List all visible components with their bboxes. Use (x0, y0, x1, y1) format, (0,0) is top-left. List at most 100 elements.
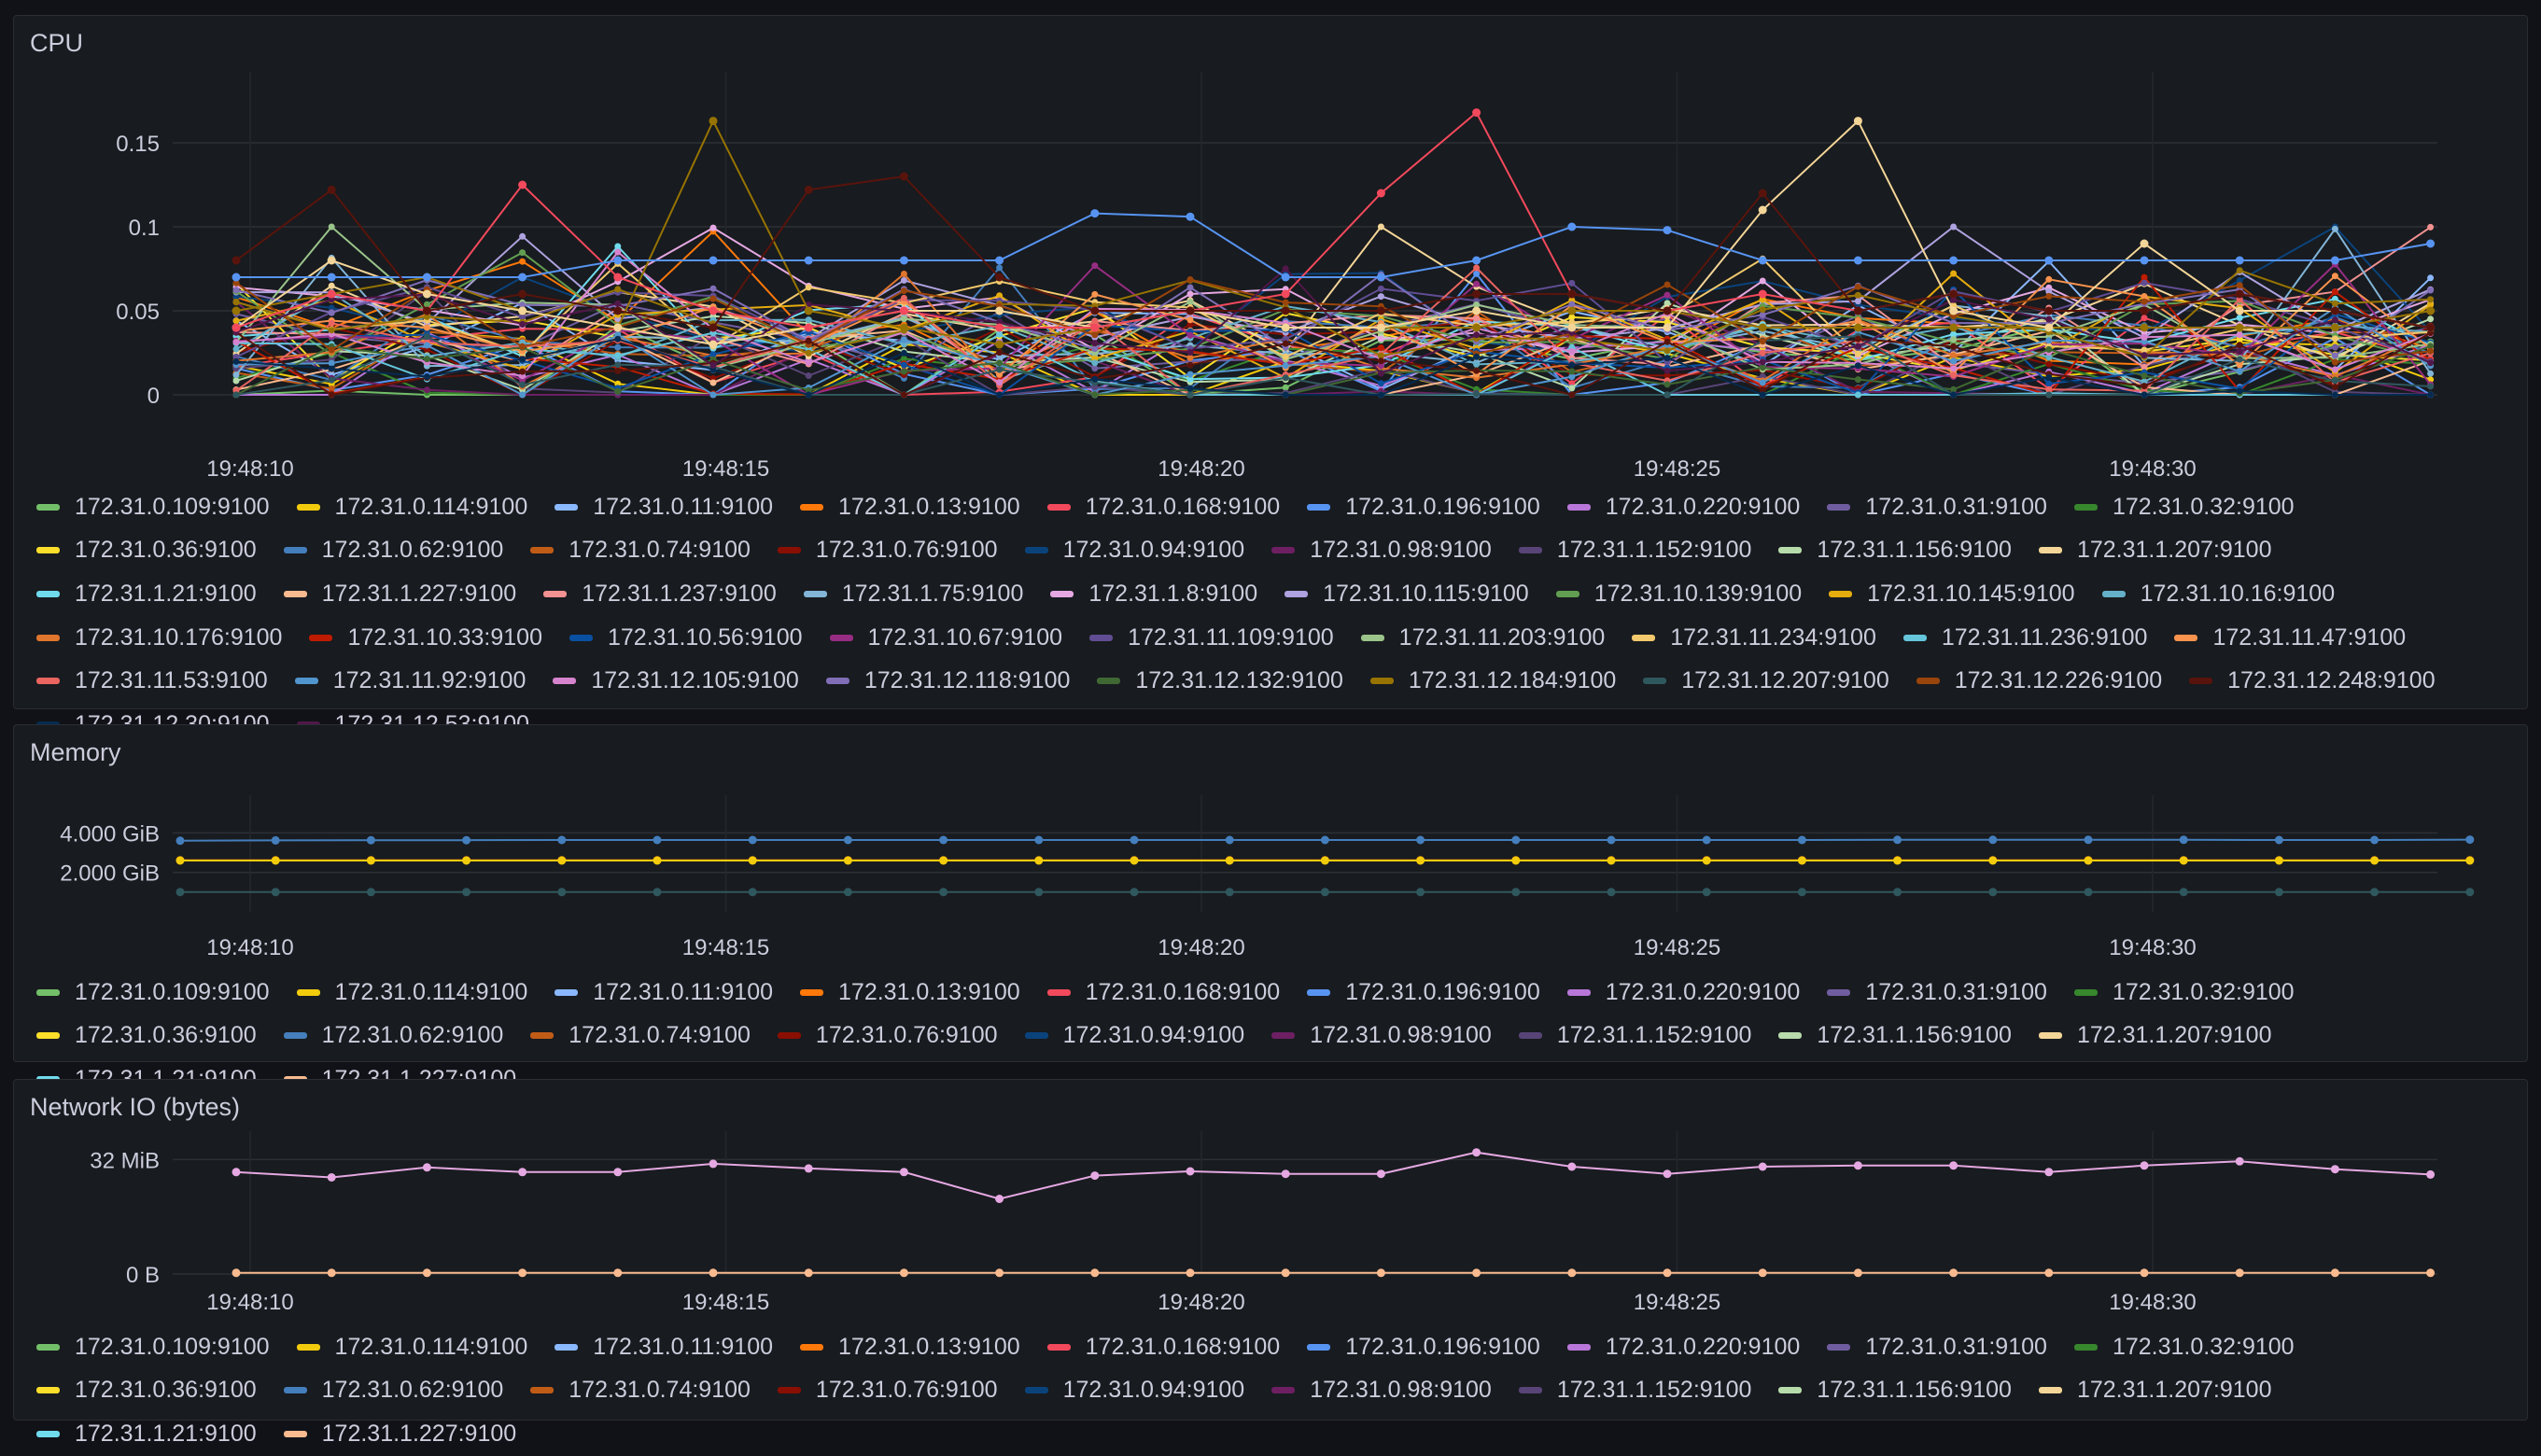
memory-legend-item[interactable]: 172.31.0.76:9100 (778, 1015, 998, 1058)
cpu-legend-item[interactable]: 172.31.1.237:9100 (543, 572, 777, 616)
cpu-chart[interactable]: 00.050.10.1519:48:1019:48:1519:48:2019:4… (14, 16, 2529, 483)
cpu-legend-item[interactable]: 172.31.10.139:9100 (1556, 572, 1802, 616)
network-legend-item[interactable]: 172.31.0.114:9100 (297, 1325, 528, 1369)
memory-legend-item[interactable]: 172.31.0.98:9100 (1271, 1015, 1492, 1058)
cpu-legend-item[interactable]: 172.31.10.115:9100 (1285, 572, 1529, 616)
memory-data-point (1034, 857, 1043, 865)
memory-legend-item[interactable]: 172.31.1.152:9100 (1519, 1015, 1752, 1058)
cpu-legend-item[interactable]: 172.31.0.74:9100 (530, 529, 751, 573)
network-legend-item[interactable]: 172.31.0.32:9100 (2074, 1325, 2295, 1369)
cpu-legend-swatch (1089, 635, 1113, 641)
cpu-legend-item[interactable]: 172.31.0.62:9100 (284, 529, 504, 573)
cpu-legend-item[interactable]: 172.31.0.109:9100 (36, 485, 270, 529)
network-legend-item[interactable]: 172.31.0.36:9100 (36, 1369, 257, 1413)
cpu-legend-item[interactable]: 172.31.12.184:9100 (1370, 659, 1616, 703)
cpu-legend-item[interactable]: 172.31.1.156:9100 (1778, 529, 2012, 573)
network-legend-item[interactable]: 172.31.1.21:9100 (36, 1412, 257, 1456)
cpu-data-point (1473, 281, 1480, 287)
network-legend-item[interactable]: 172.31.0.11:9100 (555, 1325, 773, 1369)
cpu-legend-item[interactable]: 172.31.11.47:9100 (2174, 616, 2406, 660)
memory-legend-item[interactable]: 172.31.0.11:9100 (555, 971, 773, 1015)
network-legend-item[interactable]: 172.31.0.74:9100 (530, 1369, 751, 1413)
cpu-legend-item[interactable]: 172.31.0.32:9100 (2074, 485, 2295, 529)
memory-legend-item[interactable]: 172.31.0.31:9100 (1827, 971, 2047, 1015)
network-legend-item[interactable]: 172.31.1.207:9100 (2039, 1369, 2272, 1413)
network-legend-item[interactable]: 172.31.0.76:9100 (778, 1369, 998, 1413)
network-legend-item[interactable]: 172.31.1.152:9100 (1519, 1369, 1752, 1413)
cpu-legend-item[interactable]: 172.31.0.11:9100 (555, 485, 773, 529)
memory-legend-item[interactable]: 172.31.0.196:9100 (1307, 971, 1540, 1015)
cpu-legend-item[interactable]: 172.31.11.236:9100 (1903, 616, 2148, 660)
cpu-legend-item[interactable]: 172.31.10.56:9100 (569, 616, 803, 660)
cpu-legend-item[interactable]: 172.31.11.53:9100 (36, 659, 268, 703)
cpu-legend-item[interactable]: 172.31.1.207:9100 (2039, 529, 2272, 573)
memory-legend-item[interactable]: 172.31.0.114:9100 (297, 971, 528, 1015)
memory-legend-item[interactable]: 172.31.0.36:9100 (36, 1015, 257, 1058)
cpu-legend-item[interactable]: 172.31.0.36:9100 (36, 529, 257, 573)
cpu-legend-item[interactable]: 172.31.0.220:9100 (1567, 485, 1801, 529)
network-legend-item[interactable]: 172.31.0.62:9100 (284, 1369, 504, 1413)
cpu-x-tick-label: 19:48:15 (682, 456, 769, 482)
cpu-legend-item[interactable]: 172.31.12.226:9100 (1916, 659, 2162, 703)
cpu-legend-item[interactable]: 172.31.12.132:9100 (1097, 659, 1342, 703)
cpu-legend-item[interactable]: 172.31.0.168:9100 (1047, 485, 1281, 529)
cpu-legend-item[interactable]: 172.31.1.75:9100 (804, 572, 1024, 616)
cpu-legend-item[interactable]: 172.31.1.8:9100 (1050, 572, 1257, 616)
cpu-legend-item[interactable]: 172.31.0.76:9100 (778, 529, 998, 573)
network-x-tick-label: 19:48:25 (1634, 1290, 1720, 1315)
network-legend-item[interactable]: 172.31.0.220:9100 (1567, 1325, 1801, 1369)
memory-legend-item[interactable]: 172.31.0.32:9100 (2074, 971, 2295, 1015)
cpu-data-point (1854, 307, 1862, 315)
network-legend-item[interactable]: 172.31.0.13:9100 (800, 1325, 1020, 1369)
network-legend-item[interactable]: 172.31.0.31:9100 (1827, 1325, 2047, 1369)
memory-legend-item[interactable]: 172.31.0.13:9100 (800, 971, 1020, 1015)
memory-legend-item[interactable]: 172.31.1.156:9100 (1778, 1015, 2012, 1058)
network-legend-item[interactable]: 172.31.0.98:9100 (1271, 1369, 1492, 1413)
cpu-data-point (518, 307, 526, 315)
memory-legend-swatch (1025, 1032, 1048, 1039)
memory-chart[interactable]: 2.000 GiB4.000 GiB19:48:1019:48:1519:48:… (14, 725, 2529, 968)
network-legend-item[interactable]: 172.31.0.109:9100 (36, 1325, 270, 1369)
cpu-legend-item[interactable]: 172.31.10.33:9100 (309, 616, 542, 660)
cpu-data-point (1664, 282, 1671, 288)
network-legend-swatch (555, 1344, 578, 1351)
memory-legend-item[interactable]: 172.31.1.207:9100 (2039, 1015, 2272, 1058)
cpu-legend-item[interactable]: 172.31.1.21:9100 (36, 572, 257, 616)
cpu-legend-item[interactable]: 172.31.12.207:9100 (1643, 659, 1888, 703)
memory-legend-item[interactable]: 172.31.0.109:9100 (36, 971, 270, 1015)
cpu-legend-item[interactable]: 172.31.0.31:9100 (1827, 485, 2047, 529)
cpu-legend-item[interactable]: 172.31.0.94:9100 (1025, 529, 1245, 573)
cpu-legend-item[interactable]: 172.31.11.203:9100 (1361, 616, 1606, 660)
network-legend-item[interactable]: 172.31.0.196:9100 (1307, 1325, 1540, 1369)
cpu-legend-item[interactable]: 172.31.0.114:9100 (297, 485, 528, 529)
cpu-legend-item[interactable]: 172.31.10.16:9100 (2102, 572, 2336, 616)
network-data-point (1664, 1268, 1672, 1277)
cpu-legend-item[interactable]: 172.31.1.227:9100 (284, 572, 517, 616)
cpu-legend-item[interactable]: 172.31.12.118:9100 (826, 659, 1071, 703)
cpu-legend-item[interactable]: 172.31.0.98:9100 (1271, 529, 1492, 573)
cpu-data-point (2045, 316, 2052, 323)
cpu-data-point (1473, 391, 1480, 398)
cpu-legend-item[interactable]: 172.31.10.176:9100 (36, 616, 282, 660)
memory-legend-item[interactable]: 172.31.0.94:9100 (1025, 1015, 1245, 1058)
network-legend-item[interactable]: 172.31.1.227:9100 (284, 1412, 517, 1456)
cpu-legend-item[interactable]: 172.31.12.105:9100 (553, 659, 798, 703)
memory-legend-item[interactable]: 172.31.0.74:9100 (530, 1015, 751, 1058)
network-legend-item[interactable]: 172.31.0.94:9100 (1025, 1369, 1245, 1413)
network-chart[interactable]: 0 B32 MiB19:48:1019:48:1519:48:2019:48:2… (14, 1080, 2529, 1326)
memory-legend-item[interactable]: 172.31.0.168:9100 (1047, 971, 1281, 1015)
memory-legend-item[interactable]: 172.31.0.62:9100 (284, 1015, 504, 1058)
network-legend-item[interactable]: 172.31.1.156:9100 (1778, 1369, 2012, 1413)
network-legend-item[interactable]: 172.31.0.168:9100 (1047, 1325, 1281, 1369)
cpu-legend-item[interactable]: 172.31.10.145:9100 (1829, 572, 2074, 616)
cpu-legend-item[interactable]: 172.31.11.109:9100 (1089, 616, 1334, 660)
cpu-legend-item[interactable]: 172.31.0.13:9100 (800, 485, 1020, 529)
cpu-legend-item[interactable]: 172.31.11.92:9100 (295, 659, 526, 703)
cpu-legend-item[interactable]: 172.31.0.196:9100 (1307, 485, 1540, 529)
cpu-data-point (519, 233, 526, 240)
cpu-legend-item[interactable]: 172.31.1.152:9100 (1519, 529, 1752, 573)
cpu-legend-item[interactable]: 172.31.12.248:9100 (2189, 659, 2435, 703)
cpu-legend-item[interactable]: 172.31.10.67:9100 (830, 616, 1063, 660)
cpu-legend-item[interactable]: 172.31.11.234:9100 (1632, 616, 1876, 660)
memory-legend-item[interactable]: 172.31.0.220:9100 (1567, 971, 1801, 1015)
